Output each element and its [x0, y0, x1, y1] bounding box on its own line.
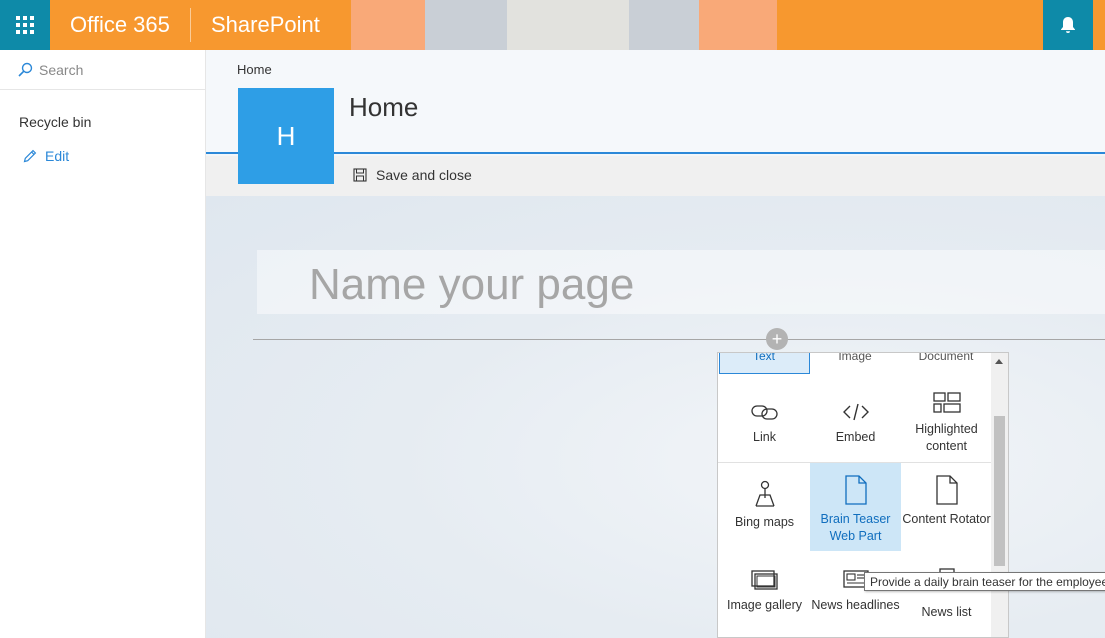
toolbox-tile-brain-teaser[interactable]: Brain Teaser Web Part	[810, 463, 901, 551]
app-launcher-button[interactable]	[0, 0, 50, 50]
sharepoint-brand[interactable]: SharePoint	[191, 0, 351, 50]
save-and-close-label: Save and close	[376, 167, 472, 183]
section-divider	[253, 339, 1105, 340]
scroll-thumb[interactable]	[994, 416, 1005, 566]
tile-label: Bing maps	[734, 515, 795, 529]
highlighted-content-icon	[932, 392, 961, 413]
toolbox-tile-embed[interactable]: Embed	[810, 391, 901, 446]
document-icon	[935, 475, 958, 505]
notifications-button[interactable]	[1043, 0, 1093, 50]
toolbox-tile-content-rotator[interactable]: Content Rotator	[901, 463, 992, 551]
bell-icon	[1061, 17, 1075, 33]
site-header: Home Home	[206, 50, 1105, 154]
plus-icon: +	[771, 329, 783, 349]
suite-bar: Office 365 SharePoint	[0, 0, 1105, 50]
toolbox-tile-highlighted-content[interactable]: Highlighted content	[901, 383, 992, 455]
document-icon	[844, 475, 867, 505]
toolbox-tile-document[interactable]: Document	[901, 353, 991, 363]
theme-stripe	[507, 0, 629, 50]
command-bar: Save and close	[206, 156, 1105, 196]
nav-edit-link[interactable]: Edit	[0, 148, 205, 164]
add-webpart-button[interactable]: +	[766, 328, 788, 350]
tile-label: News headlines	[811, 598, 900, 612]
site-title[interactable]: Home	[349, 92, 418, 123]
toolbox-tile-image[interactable]: Image	[810, 353, 900, 363]
link-icon	[750, 405, 778, 420]
search-icon	[18, 62, 33, 77]
save-icon	[353, 168, 367, 182]
tile-label: Highlighted content	[915, 422, 978, 453]
toolbox-tile-image-gallery[interactable]: Image gallery	[719, 559, 810, 614]
save-and-close-button[interactable]: Save and close	[353, 167, 472, 183]
toolbox-tile-bing-maps[interactable]: Bing maps	[719, 472, 810, 560]
embed-icon	[842, 403, 869, 421]
toolbox-scrollbar[interactable]	[991, 353, 1008, 637]
toolbox-tile-link[interactable]: Link	[719, 391, 810, 446]
tile-label: News list	[921, 605, 972, 619]
scroll-up-arrow-icon[interactable]	[995, 359, 1003, 364]
tile-label: Content Rotator	[902, 512, 991, 526]
office365-brand[interactable]: Office 365	[50, 0, 190, 50]
edit-label: Edit	[45, 148, 70, 164]
theme-stripe	[699, 0, 777, 50]
site-logo[interactable]: H	[238, 88, 334, 184]
webpart-tooltip: Provide a daily brain teaser for the emp…	[864, 572, 1105, 591]
toolbox-tile-text-label: Text	[752, 352, 775, 363]
tile-label: Brain Teaser Web Part	[820, 512, 891, 543]
webpart-toolbox: Text Image Document Link Embed Highlight…	[717, 352, 1009, 638]
theme-stripe	[629, 0, 699, 50]
nav-recycle-bin[interactable]: Recycle bin	[0, 114, 205, 130]
search-box[interactable]: Search	[0, 50, 205, 90]
search-input[interactable]: Search	[39, 62, 83, 78]
theme-stripe	[425, 0, 507, 50]
waffle-icon	[16, 16, 34, 34]
breadcrumb[interactable]: Home	[237, 62, 272, 77]
page-title-input[interactable]: Name your page	[309, 260, 634, 310]
left-navigation: Search Recycle bin Edit	[0, 50, 206, 638]
theme-stripe	[351, 0, 425, 50]
pencil-icon	[23, 149, 37, 163]
tile-label: Link	[753, 430, 776, 444]
image-gallery-icon	[750, 570, 778, 590]
map-pin-icon	[754, 480, 775, 507]
suitebar-edge	[1093, 0, 1105, 50]
tile-label: Image gallery	[726, 598, 803, 612]
tile-label: Embed	[835, 430, 876, 444]
